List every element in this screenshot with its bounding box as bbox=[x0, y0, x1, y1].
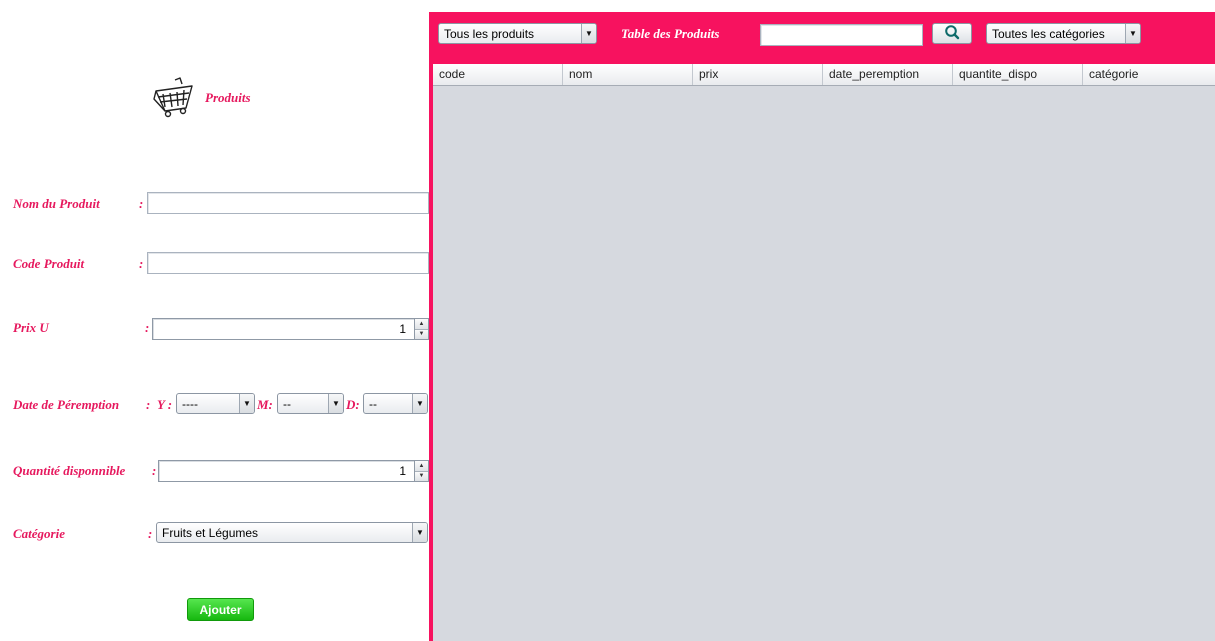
column-header-categorie[interactable]: catégorie bbox=[1083, 64, 1215, 85]
chevron-down-icon[interactable]: ▼ bbox=[239, 394, 254, 413]
column-header-nom[interactable]: nom bbox=[563, 64, 693, 85]
product-filter-value: Tous les produits bbox=[444, 26, 535, 41]
add-button[interactable]: Ajouter bbox=[187, 598, 254, 621]
shopping-cart-icon bbox=[151, 77, 197, 119]
quantity-label: Quantité disponnible bbox=[13, 463, 126, 478]
month-label: M: bbox=[257, 397, 273, 412]
price-label: Prix U bbox=[13, 320, 49, 335]
expiry-date-colon: : bbox=[146, 397, 151, 412]
quantity-value[interactable]: 1 bbox=[158, 460, 414, 482]
category-colon: : bbox=[148, 526, 153, 541]
price-decrement-icon[interactable]: ▼ bbox=[415, 328, 428, 339]
product-name-input[interactable] bbox=[147, 192, 429, 214]
form-title: Produits bbox=[205, 90, 251, 105]
day-select-value: -- bbox=[369, 396, 377, 411]
expiry-date-label: Date de Péremption bbox=[13, 397, 120, 412]
chevron-down-icon[interactable]: ▼ bbox=[1125, 24, 1140, 43]
chevron-down-icon[interactable]: ▼ bbox=[412, 523, 427, 542]
product-code-label: Code Produit bbox=[13, 256, 85, 271]
quantity-increment-icon[interactable]: ▲ bbox=[415, 461, 428, 471]
product-code-colon: : bbox=[139, 256, 144, 271]
year-label: Y : bbox=[157, 397, 173, 412]
table-title: Table des Produits bbox=[621, 26, 720, 41]
month-select[interactable]: -- ▼ bbox=[277, 393, 344, 414]
category-select-value: Fruits et Légumes bbox=[162, 525, 259, 540]
month-select-value: -- bbox=[283, 396, 291, 411]
category-filter-value: Toutes les catégories bbox=[992, 26, 1105, 41]
category-label: Catégorie bbox=[13, 526, 65, 541]
chevron-down-icon[interactable]: ▼ bbox=[581, 24, 596, 43]
column-header-date-peremption[interactable]: date_peremption bbox=[823, 64, 953, 85]
search-button[interactable] bbox=[932, 23, 972, 44]
products-table[interactable]: code nom prix date_peremption quantite_d… bbox=[433, 64, 1215, 641]
quantity-stepper[interactable]: 1 ▲ ▼ bbox=[158, 460, 429, 482]
product-filter-select[interactable]: Tous les produits ▼ bbox=[438, 23, 597, 44]
search-icon bbox=[944, 24, 960, 43]
column-header-quantite-dispo[interactable]: quantite_dispo bbox=[953, 64, 1083, 85]
chevron-down-icon[interactable]: ▼ bbox=[328, 394, 343, 413]
category-select[interactable]: Fruits et Légumes ▼ bbox=[156, 522, 428, 543]
category-filter-select[interactable]: Toutes les catégories ▼ bbox=[986, 23, 1141, 44]
quantity-decrement-icon[interactable]: ▼ bbox=[415, 470, 428, 481]
chevron-down-icon[interactable]: ▼ bbox=[412, 394, 427, 413]
product-name-label: Nom du Produit bbox=[13, 196, 100, 211]
column-header-code[interactable]: code bbox=[433, 64, 563, 85]
price-value[interactable]: 1 bbox=[152, 318, 414, 340]
price-colon: : bbox=[145, 320, 150, 335]
product-code-input[interactable] bbox=[147, 252, 429, 274]
price-stepper[interactable]: 1 ▲ ▼ bbox=[152, 318, 429, 340]
column-header-prix[interactable]: prix bbox=[693, 64, 823, 85]
search-input[interactable] bbox=[760, 24, 923, 46]
quantity-colon: : bbox=[152, 463, 157, 478]
day-label: D: bbox=[346, 397, 360, 412]
product-name-colon: : bbox=[139, 196, 144, 211]
price-increment-icon[interactable]: ▲ bbox=[415, 319, 428, 329]
year-select-value: ---- bbox=[182, 396, 198, 411]
day-select[interactable]: -- ▼ bbox=[363, 393, 428, 414]
table-panel: Tous les produits ▼ Table des Produits T… bbox=[429, 12, 1215, 641]
year-select[interactable]: ---- ▼ bbox=[176, 393, 255, 414]
table-header: code nom prix date_peremption quantite_d… bbox=[433, 64, 1215, 86]
